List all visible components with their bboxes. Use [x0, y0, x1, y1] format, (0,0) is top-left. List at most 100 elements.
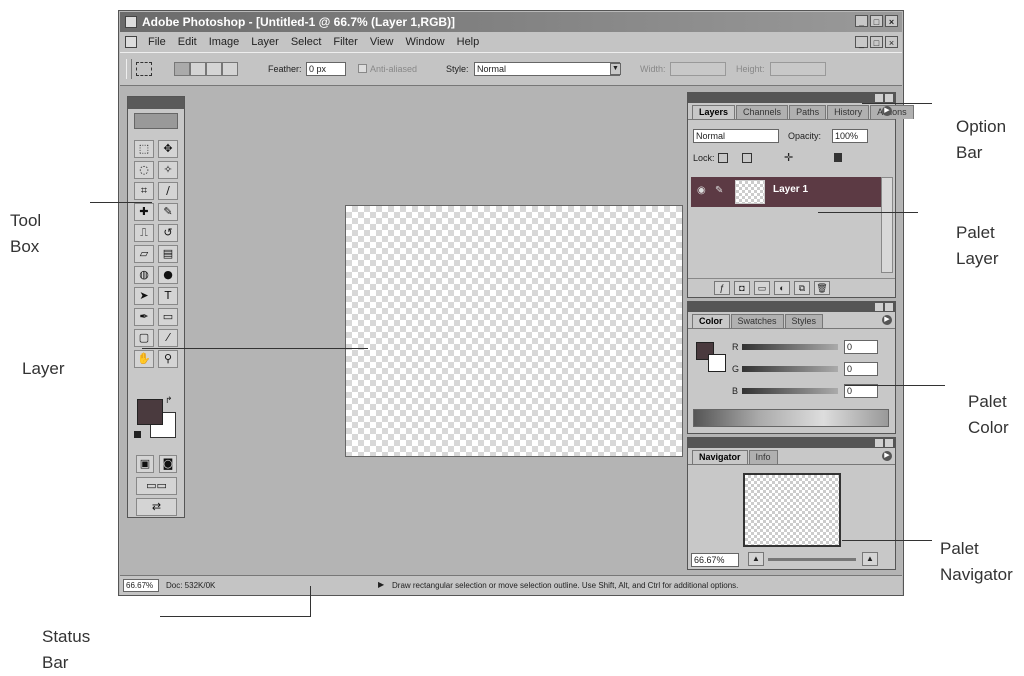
palette-menu-arrow-icon[interactable]: ▶: [882, 106, 892, 116]
tab-layers[interactable]: Layers: [692, 105, 736, 119]
zoom-out-button[interactable]: ▲: [748, 552, 764, 566]
slice-tool[interactable]: ∕: [158, 182, 178, 200]
adjustment-layer-button[interactable]: ◐: [774, 281, 790, 295]
menu-layer[interactable]: Layer: [251, 32, 279, 52]
zoom-tool[interactable]: ⚲: [158, 350, 178, 368]
opacity-input[interactable]: 100%: [832, 129, 868, 143]
rectangle-tool[interactable]: ▭: [158, 308, 178, 326]
blur-tool[interactable]: ◍: [134, 266, 154, 284]
layer-name[interactable]: Layer 1: [773, 184, 808, 195]
navigator-preview[interactable]: [743, 473, 841, 547]
notes-tool[interactable]: ▢: [134, 329, 154, 347]
menu-filter[interactable]: Filter: [333, 32, 357, 52]
close-button[interactable]: ×: [885, 15, 898, 27]
menu-help[interactable]: Help: [457, 32, 480, 52]
path-selection-tool[interactable]: ➤: [134, 287, 154, 305]
swap-colors-icon[interactable]: ↱: [165, 395, 173, 406]
layer-style-button[interactable]: ƒ: [714, 281, 730, 295]
healing-brush-tool[interactable]: ✚: [134, 203, 154, 221]
minimize-button[interactable]: _: [855, 15, 868, 27]
photoshop-logo-button[interactable]: [134, 113, 178, 129]
blend-mode-select[interactable]: Normal: [693, 129, 779, 143]
doc-close-button[interactable]: ×: [885, 36, 898, 48]
menu-view[interactable]: View: [370, 32, 394, 52]
style-dropdown-arrow-icon[interactable]: ▼: [610, 63, 621, 75]
layers-scrollbar[interactable]: [881, 177, 893, 273]
layers-palette-header[interactable]: [688, 93, 895, 103]
menu-image[interactable]: Image: [209, 32, 240, 52]
add-selection-button[interactable]: [190, 62, 206, 76]
feather-input[interactable]: 0 px: [306, 62, 346, 76]
tab-styles[interactable]: Styles: [784, 314, 824, 328]
default-colors-icon[interactable]: [134, 431, 141, 438]
brush-tool[interactable]: ✎: [158, 203, 178, 221]
title-bar[interactable]: Adobe Photoshop - [Untitled-1 @ 66.7% (L…: [120, 12, 902, 32]
clone-stamp-tool[interactable]: ⎍: [134, 224, 154, 242]
channel-r-input[interactable]: 0: [844, 340, 878, 354]
height-input[interactable]: [770, 62, 826, 76]
color-palette-menu-arrow-icon[interactable]: ▶: [882, 315, 892, 325]
marquee-tool[interactable]: ⬚: [134, 140, 154, 158]
channel-r-slider[interactable]: [742, 344, 838, 350]
standard-mode-button[interactable]: ▣: [136, 455, 154, 473]
marquee-tool-preset-icon[interactable]: [136, 62, 152, 76]
new-selection-button[interactable]: [174, 62, 190, 76]
type-tool[interactable]: T: [158, 287, 178, 305]
crop-tool[interactable]: ⌗: [134, 182, 154, 200]
tab-paths[interactable]: Paths: [789, 105, 827, 119]
menu-file[interactable]: File: [148, 32, 166, 52]
color-palette-header[interactable]: [688, 302, 895, 312]
status-doc-size[interactable]: Doc: 532K/0K: [166, 577, 215, 595]
quick-mask-button[interactable]: ◙: [159, 455, 177, 473]
navigator-zoom-slider[interactable]: [768, 558, 856, 561]
channel-g-input[interactable]: 0: [844, 362, 878, 376]
screen-mode-button[interactable]: ▭▭: [136, 477, 177, 495]
status-arrow-icon[interactable]: ▶: [378, 576, 384, 594]
gradient-tool[interactable]: ▤: [158, 245, 178, 263]
doc-minimize-button[interactable]: _: [855, 36, 868, 48]
layer-mask-button[interactable]: ◘: [734, 281, 750, 295]
pen-tool[interactable]: ✒: [134, 308, 154, 326]
lock-position-icon[interactable]: ✛: [784, 151, 793, 164]
doc-maximize-button[interactable]: □: [870, 36, 883, 48]
menu-window[interactable]: Window: [406, 32, 445, 52]
delete-layer-button[interactable]: 🗑: [814, 281, 830, 295]
layer-row[interactable]: ◉ ✎ Layer 1: [691, 177, 881, 207]
hand-tool[interactable]: ✋: [134, 350, 154, 368]
color-background-swatch[interactable]: [708, 354, 726, 372]
tab-info[interactable]: Info: [748, 450, 778, 464]
jump-to-imageready-button[interactable]: ⇄: [136, 498, 177, 516]
new-layer-button[interactable]: ⧉: [794, 281, 810, 295]
channel-b-input[interactable]: 0: [844, 384, 878, 398]
new-set-button[interactable]: ▭: [754, 281, 770, 295]
antialiased-checkbox[interactable]: [358, 64, 367, 73]
style-select[interactable]: Normal: [474, 62, 620, 76]
tab-color[interactable]: Color: [692, 314, 730, 328]
navigator-palette-header[interactable]: [688, 438, 895, 448]
move-tool[interactable]: ✥: [158, 140, 178, 158]
zoom-in-button[interactable]: ▲: [862, 552, 878, 566]
eyedropper-tool[interactable]: ⁄: [158, 329, 178, 347]
dodge-tool[interactable]: ●: [158, 266, 178, 284]
visibility-eye-icon[interactable]: ◉: [697, 185, 706, 196]
document-canvas[interactable]: [345, 205, 683, 457]
channel-b-slider[interactable]: [742, 388, 838, 394]
tab-navigator[interactable]: Navigator: [692, 450, 748, 464]
lasso-tool[interactable]: ◌: [134, 161, 154, 179]
menu-edit[interactable]: Edit: [178, 32, 197, 52]
tab-history[interactable]: History: [827, 105, 870, 119]
navigator-zoom-input[interactable]: 66.67%: [691, 553, 739, 567]
tab-swatches[interactable]: Swatches: [730, 314, 784, 328]
toolbox-header[interactable]: [128, 97, 184, 109]
tab-channels[interactable]: Channels: [736, 105, 789, 119]
menu-select[interactable]: Select: [291, 32, 322, 52]
intersect-selection-button[interactable]: [222, 62, 238, 76]
lock-all-icon[interactable]: [834, 153, 842, 162]
width-input[interactable]: [670, 62, 726, 76]
history-brush-tool[interactable]: ↺: [158, 224, 178, 242]
lock-transparency-icon[interactable]: [718, 153, 728, 163]
grip-handle[interactable]: [126, 59, 132, 79]
lock-image-icon[interactable]: [742, 153, 752, 163]
magic-wand-tool[interactable]: ✧: [158, 161, 178, 179]
maximize-button[interactable]: □: [870, 15, 883, 27]
